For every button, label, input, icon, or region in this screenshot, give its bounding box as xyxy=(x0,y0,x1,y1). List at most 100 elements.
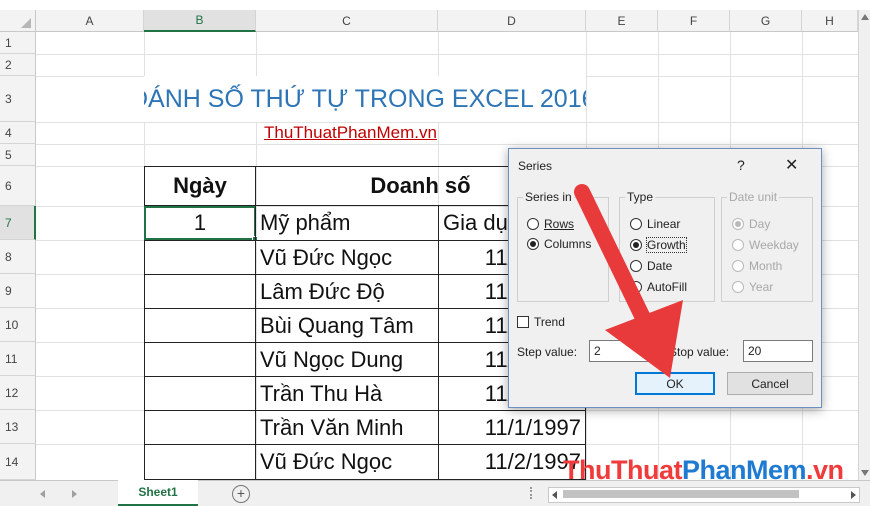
radio-columns-circle[interactable] xyxy=(527,238,539,250)
column-header-b[interactable]: B xyxy=(144,10,256,32)
vertical-scrollbar[interactable] xyxy=(858,10,870,480)
radio-autofill-label: AutoFill xyxy=(647,280,688,294)
tab-split-handle[interactable] xyxy=(530,487,534,499)
cell-c12[interactable]: Trần Thu Hà xyxy=(255,376,439,411)
radio-rows[interactable]: Rows xyxy=(527,217,574,231)
cell-c8[interactable]: Vũ Đức Ngọc xyxy=(255,240,439,275)
horizontal-scrollbar[interactable] xyxy=(548,487,860,503)
row-header-8[interactable]: 8 xyxy=(0,240,36,274)
radio-day-circle[interactable] xyxy=(732,218,744,230)
sheet-title-clip: ĐÁNH SỐ THỨ TỰ TRONG EXCEL 2016 xyxy=(144,76,586,122)
row-header-12[interactable]: 12 xyxy=(0,376,36,410)
radio-weekday[interactable]: Weekday xyxy=(732,238,799,252)
cell-c7[interactable]: Mỹ phẩm xyxy=(255,205,439,241)
tab-scroll-left-icon[interactable] xyxy=(40,490,45,498)
column-header-g[interactable]: G xyxy=(730,10,802,32)
hscroll-left-arrow-icon[interactable] xyxy=(552,491,557,499)
radio-columns[interactable]: Columns xyxy=(527,237,591,251)
cell-d13[interactable]: 11/1/1997 xyxy=(438,410,586,445)
cell-b9[interactable] xyxy=(144,274,256,309)
row-header-2[interactable]: 2 xyxy=(0,54,36,76)
header-doanh-so-label: Doanh số xyxy=(370,173,471,198)
column-header-a[interactable]: A xyxy=(36,10,144,32)
date-unit-label: Date unit xyxy=(727,190,780,204)
radio-year-label: Year xyxy=(749,280,774,294)
cell-c13[interactable]: Trần Văn Minh xyxy=(255,410,439,445)
radio-linear[interactable]: Linear xyxy=(630,217,680,231)
cell-c11[interactable]: Vũ Ngọc Dung xyxy=(255,342,439,377)
row-header-5[interactable]: 5 xyxy=(0,144,36,166)
column-header-h[interactable]: H xyxy=(802,10,858,32)
stop-value-input[interactable]: 20 xyxy=(743,340,813,362)
radio-day-label: Day xyxy=(749,217,771,231)
tab-scroll-right-icon[interactable] xyxy=(72,490,77,498)
radio-growth-circle[interactable] xyxy=(630,239,642,251)
scroll-up-arrow-icon[interactable] xyxy=(861,14,869,20)
hscroll-thumb[interactable] xyxy=(563,490,799,498)
cell-b12[interactable] xyxy=(144,376,256,411)
scroll-down-arrow-icon[interactable] xyxy=(861,470,869,476)
trend-label: Trend xyxy=(534,315,565,329)
sheet-link[interactable]: ThuThuatPhanMem.vn xyxy=(264,123,437,143)
radio-growth-label: Growth xyxy=(646,237,687,253)
cell-b7[interactable]: 1 xyxy=(144,206,256,240)
column-header-f[interactable]: F xyxy=(658,10,730,32)
trend-checkbox-box[interactable] xyxy=(517,316,529,328)
series-in-group: Series in Rows Columns xyxy=(517,190,609,302)
gridline xyxy=(36,144,858,145)
row-header-14[interactable]: 14 xyxy=(0,444,36,480)
cell-b10[interactable] xyxy=(144,308,256,343)
dialog-title: Series xyxy=(518,159,553,173)
radio-day[interactable]: Day xyxy=(732,217,770,231)
help-button[interactable]: ? xyxy=(737,157,745,173)
step-value-input[interactable]: 2 xyxy=(589,340,659,362)
radio-rows-circle[interactable] xyxy=(527,218,539,230)
column-header-d[interactable]: D xyxy=(438,10,586,32)
radio-date-circle[interactable] xyxy=(630,260,642,272)
row-header-3[interactable]: 3 xyxy=(0,76,36,122)
cell-c9[interactable]: Lâm Đức Độ xyxy=(255,274,439,309)
row-header-1[interactable]: 1 xyxy=(0,32,36,54)
row-header-6[interactable]: 6 xyxy=(0,166,36,206)
row-header-7[interactable]: 7 xyxy=(0,206,36,240)
type-label: Type xyxy=(625,190,656,204)
cell-b14[interactable] xyxy=(144,444,256,480)
row-header-11[interactable]: 11 xyxy=(0,342,36,376)
radio-autofill[interactable]: AutoFill xyxy=(630,280,687,294)
radio-weekday-label: Weekday xyxy=(749,238,799,252)
radio-autofill-circle[interactable] xyxy=(630,281,642,293)
sheet-title[interactable]: ĐÁNH SỐ THỨ TỰ TRONG EXCEL 2016 xyxy=(144,85,586,114)
radio-linear-circle[interactable] xyxy=(630,218,642,230)
cancel-button[interactable]: Cancel xyxy=(727,372,813,395)
select-all-corner[interactable] xyxy=(0,10,36,32)
radio-month-circle[interactable] xyxy=(732,260,744,272)
row-header-10[interactable]: 10 xyxy=(0,308,36,342)
cell-b11[interactable] xyxy=(144,342,256,377)
cell-c14[interactable]: Vũ Đức Ngọc xyxy=(255,444,439,480)
radio-rows-label: Rows xyxy=(544,217,575,231)
radio-month[interactable]: Month xyxy=(732,259,782,273)
add-sheet-button[interactable]: + xyxy=(232,485,250,503)
ok-button[interactable]: OK xyxy=(635,372,715,395)
column-header-e[interactable]: E xyxy=(586,10,658,32)
cell-b8[interactable] xyxy=(144,240,256,275)
row-header-4[interactable]: 4 xyxy=(0,122,36,144)
row-header-13[interactable]: 13 xyxy=(0,410,36,444)
cell-b13[interactable] xyxy=(144,410,256,445)
date-unit-group: Date unit Day Weekday Month Year xyxy=(721,190,813,302)
cell-c10[interactable]: Bùi Quang Tâm xyxy=(255,308,439,343)
sheet1-tab[interactable]: Sheet1 xyxy=(118,480,198,506)
trend-checkbox[interactable]: Trend xyxy=(517,315,565,329)
radio-linear-label: Linear xyxy=(647,217,681,231)
radio-growth[interactable]: Growth xyxy=(630,237,687,253)
close-icon[interactable]: ✕ xyxy=(785,155,798,175)
column-header-c[interactable]: C xyxy=(256,10,438,32)
radio-date-label: Date xyxy=(647,259,673,273)
radio-weekday-circle[interactable] xyxy=(732,239,744,251)
radio-year[interactable]: Year xyxy=(732,280,773,294)
radio-year-circle[interactable] xyxy=(732,281,744,293)
header-ngay[interactable]: Ngày xyxy=(144,166,256,206)
radio-date[interactable]: Date xyxy=(630,259,672,273)
hscroll-right-arrow-icon[interactable] xyxy=(851,491,856,499)
row-header-9[interactable]: 9 xyxy=(0,274,36,308)
